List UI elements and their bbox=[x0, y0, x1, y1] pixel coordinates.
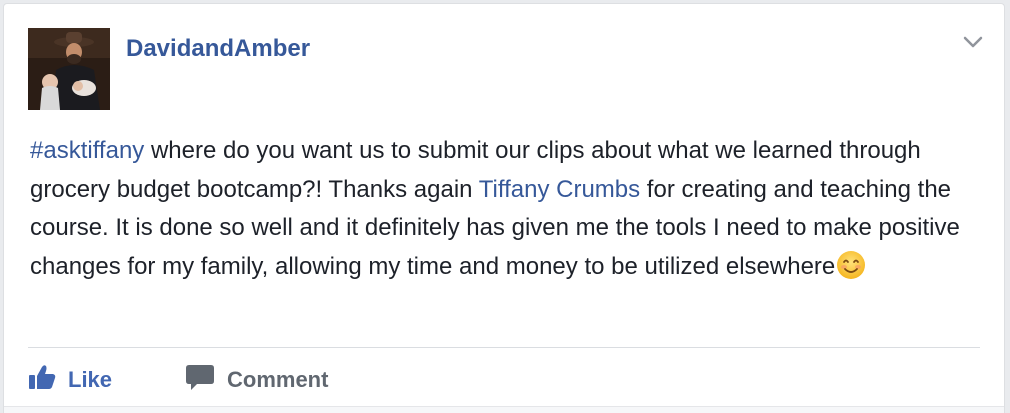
hashtag-link[interactable]: #asktiffany bbox=[30, 137, 144, 164]
author-name[interactable]: DavidandAmber bbox=[126, 35, 310, 63]
speech-bubble-icon bbox=[185, 363, 215, 397]
mention-link[interactable]: Tiffany Crumbs bbox=[479, 176, 640, 203]
comment-button[interactable]: Comment bbox=[185, 360, 328, 400]
avatar[interactable] bbox=[28, 28, 110, 110]
thumbs-up-icon bbox=[28, 364, 56, 396]
profile-photo bbox=[28, 28, 110, 110]
post-text: #asktiffany where do you want us to subm… bbox=[30, 132, 992, 286]
divider bbox=[28, 347, 980, 348]
chevron-down-icon[interactable] bbox=[962, 34, 984, 50]
post-card: DavidandAmber #asktiffany where do you w… bbox=[3, 3, 1005, 413]
smiling-face-emoji bbox=[836, 250, 866, 280]
comments-section-edge bbox=[4, 406, 1004, 413]
like-button[interactable]: Like bbox=[28, 360, 112, 400]
like-label: Like bbox=[68, 367, 113, 392]
comment-label: Comment bbox=[227, 367, 329, 392]
